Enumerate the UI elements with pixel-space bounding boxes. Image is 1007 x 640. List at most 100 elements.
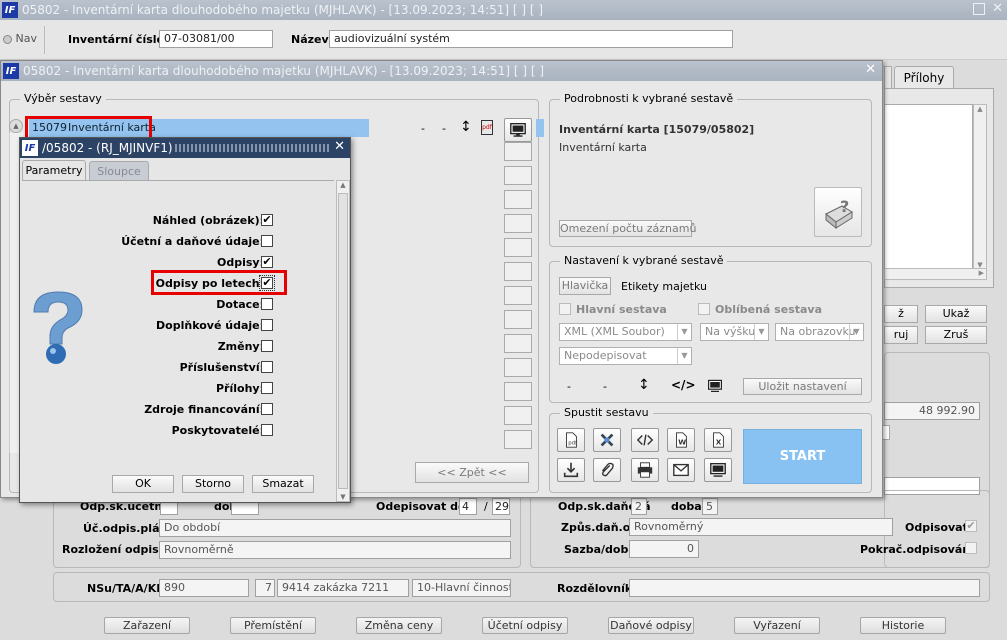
row-action-box[interactable] (504, 238, 532, 257)
nsu-field-4[interactable]: 10-Hlavní činnost (412, 579, 511, 597)
word-icon[interactable]: W (667, 428, 695, 452)
tab-sloupce[interactable]: Sloupce (89, 161, 149, 181)
inv-cislo-field[interactable]: 07-03081/00 (159, 30, 273, 48)
odpisovat-checkbox[interactable]: ✔ (965, 520, 977, 532)
zrus-button[interactable]: Zruš (925, 326, 987, 344)
close-icon[interactable]: ✕ (992, 1, 1003, 16)
pokrac-checkbox[interactable] (965, 542, 977, 554)
pdf-export-icon[interactable]: pdf (557, 428, 585, 452)
row-action-box[interactable] (504, 358, 532, 377)
omezeni-button[interactable]: Omezení počtu záznamů (559, 220, 696, 237)
uc-odpis-plan-field[interactable]: Do období (159, 519, 511, 537)
attachments-hscroll[interactable]: ▶ (884, 268, 987, 280)
pdf-icon[interactable]: pdf (481, 120, 493, 135)
historie-button[interactable]: Historie (860, 617, 946, 634)
rozdelovnik-field[interactable] (629, 579, 980, 597)
tab-prilohy[interactable]: Přílohy (894, 66, 954, 89)
premisteni-button[interactable]: Přemístění (230, 617, 316, 634)
odepisovat-do-year[interactable]: 29 (492, 498, 510, 515)
doba-label-danova: doba (671, 500, 702, 513)
row-action-box[interactable] (504, 262, 532, 281)
nsu-field-1[interactable]: 890 (159, 579, 249, 597)
code-icon[interactable]: </> (671, 378, 696, 392)
zarazeni-button[interactable]: Zařazení (104, 617, 190, 634)
print-icon[interactable] (631, 458, 659, 482)
param-checkbox-prislusenstvi[interactable] (261, 361, 273, 373)
printer-help-icon[interactable]: ? (814, 187, 862, 237)
param-checkbox-poskytovatele[interactable] (261, 424, 273, 436)
doba-danova-field[interactable]: 5 (702, 498, 718, 515)
sort-icon[interactable]: ↕ (638, 377, 650, 393)
scroll-up-icon[interactable]: ▲ (337, 181, 349, 189)
hlavni-sestava-checkbox[interactable] (559, 303, 571, 315)
nsu-field-2[interactable]: 7 (255, 579, 275, 597)
tools-icon[interactable] (593, 428, 621, 452)
ucetni-odpisy-button[interactable]: Účetní odpisy (482, 617, 568, 634)
html-icon[interactable] (631, 428, 659, 452)
row-action-box[interactable] (504, 406, 532, 425)
nazev-field[interactable]: audiovizuální systém (329, 30, 733, 48)
screen-icon[interactable] (704, 458, 732, 482)
param-checkbox-dotace[interactable] (261, 298, 273, 310)
tab-partial[interactable] (884, 66, 892, 88)
orientace-select[interactable]: Na výšku ▼ (700, 323, 769, 341)
zpus-dan-field[interactable]: Rovnoměrný (629, 518, 893, 536)
monitor-small-icon[interactable] (707, 378, 723, 397)
attach-icon[interactable] (593, 458, 621, 482)
param-checkbox-ucetni-danove[interactable] (261, 235, 273, 247)
attachments-list[interactable] (884, 104, 973, 280)
param-checkbox-odpisy[interactable]: ✔ (261, 256, 273, 268)
restore-icon[interactable] (973, 3, 985, 15)
ukaz-button[interactable]: Ukaž (925, 305, 987, 323)
row-action-box[interactable] (504, 382, 532, 401)
row-action-box[interactable] (504, 334, 532, 353)
monitor-icon[interactable] (504, 118, 532, 142)
param-checkbox-zdroje[interactable] (261, 403, 273, 415)
scroll-thumb[interactable] (338, 193, 348, 489)
vyber-scroll-up[interactable]: ▲ (9, 119, 23, 133)
row-action-box[interactable] (504, 286, 532, 305)
vyrazeni-button[interactable]: Vyřazení (734, 617, 820, 634)
vystup-select[interactable]: Na obrazovku ▼ (775, 323, 864, 341)
odp-sk-danova-field[interactable]: 2 (631, 498, 647, 515)
ok-button[interactable]: OK (112, 475, 174, 493)
danove-odpisy-button[interactable]: Daňové odpisy (608, 617, 694, 634)
sazba-field[interactable]: 0 (629, 540, 699, 558)
sort-icon[interactable]: ↕ (460, 119, 472, 135)
row-action-box[interactable] (504, 430, 532, 449)
excel-icon[interactable]: X (704, 428, 732, 452)
download-icon[interactable] (557, 458, 585, 482)
param-scrollbar[interactable]: ▲ ▼ (336, 180, 350, 502)
start-button[interactable]: START (743, 429, 862, 484)
row-action-box[interactable] (504, 190, 532, 209)
param-checkbox-zmeny[interactable] (261, 340, 273, 352)
rozlozeni-field[interactable]: Rovnoměrně (159, 541, 511, 559)
mail-icon[interactable] (667, 458, 695, 482)
format-select[interactable]: XML (XML Soubor) ▼ (559, 323, 692, 341)
param-close-icon[interactable]: ✕ (334, 139, 345, 154)
storno-button[interactable]: Storno (182, 475, 244, 493)
tab-parametry[interactable]: Parametry (22, 160, 86, 181)
param-checkbox-nahled[interactable]: ✔ (261, 214, 273, 226)
report-close-icon[interactable]: ✕ (865, 62, 876, 77)
nsu-field-3[interactable]: 9414 zakázka 7211 (277, 579, 409, 597)
button-ruj[interactable]: ruj (884, 326, 918, 344)
param-checkbox-prilohy[interactable] (261, 382, 273, 394)
smazat-button[interactable]: Smazat (252, 475, 314, 493)
scroll-down-icon[interactable]: ▼ (337, 493, 349, 501)
odepisovat-do-month[interactable]: 4 (459, 498, 477, 515)
hlavicka-button[interactable]: Hlavička (559, 277, 611, 295)
ulozit-button[interactable]: Uložit nastavení (743, 378, 862, 395)
row-action-box[interactable] (504, 214, 532, 233)
oblibena-checkbox[interactable] (698, 303, 710, 315)
zpet-button[interactable]: << Zpět << (415, 462, 529, 483)
zmena-ceny-button[interactable]: Změna ceny (356, 617, 442, 634)
row-action-box[interactable] (504, 166, 532, 185)
nav-toggle[interactable]: Nav (3, 32, 37, 45)
button-z[interactable]: ž (884, 305, 918, 323)
row-action-box[interactable] (504, 142, 532, 161)
row-action-box[interactable] (504, 310, 532, 329)
podpis-select[interactable]: Nepodepisovat ▼ (559, 347, 692, 365)
attachments-vscroll[interactable]: ▲ ▼ (973, 104, 987, 270)
param-checkbox-doplnkove[interactable] (261, 319, 273, 331)
